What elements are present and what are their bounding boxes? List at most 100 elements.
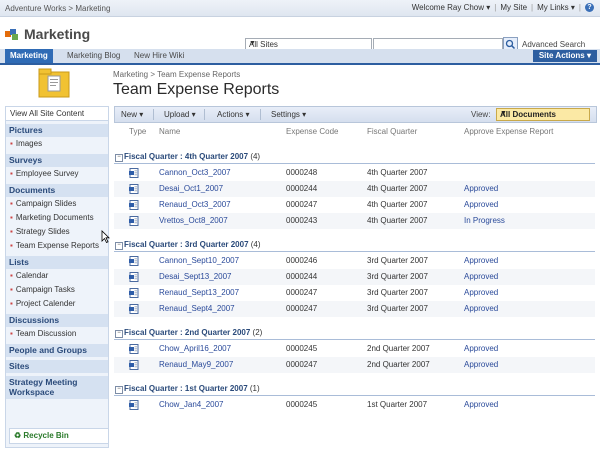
view-select[interactable]: All Documents ▼ [496,108,590,121]
word-document-icon[interactable] [129,344,139,354]
column-header-approve-expense-report[interactable]: Approve Expense Report [464,127,553,136]
document-name-link[interactable]: Chow_Jan4_2007 [159,397,224,413]
advanced-search-link[interactable]: Advanced Search [522,40,585,49]
word-document-icon[interactable] [129,360,139,370]
word-document-icon[interactable] [129,272,139,282]
word-document-icon[interactable] [129,168,139,178]
table-row[interactable]: Vrettos_Oct8_2007 0000243 4th Quarter 2007… [114,213,595,229]
group-header[interactable]: − Fiscal Quarter : 1st Quarter 2007 (1) [114,383,595,396]
word-document-icon[interactable] [129,216,139,226]
table-row[interactable]: Cannon_Oct3_2007 0000248 4th Quarter 2007 [114,165,595,181]
tab-marketing[interactable]: Marketing [5,49,53,63]
recycle-bin-link[interactable]: ♻ Recycle Bin [9,428,109,444]
word-document-icon[interactable] [129,200,139,210]
nav-item-employee-survey[interactable]: ▪ Employee Survey [6,167,108,181]
approval-status[interactable]: Approved [464,357,498,373]
site-title[interactable]: Marketing [24,26,90,42]
view-all-site-content-link[interactable]: View All Site Content [6,107,108,121]
document-name-link[interactable]: Renaud_Sept4_2007 [159,301,235,317]
table-row[interactable]: Renaud_May9_2007 0000247 2nd Quarter 2007 A… [114,357,595,373]
approval-status[interactable]: Approved [464,253,498,269]
document-name-link[interactable]: Desai_Sept13_2007 [159,269,232,285]
actions-menu[interactable]: Actions ▾ [217,110,249,119]
my-site-link[interactable]: My Site [500,3,527,12]
document-name-link[interactable]: Cannon_Sept10_2007 [159,253,239,269]
bullet-icon: ▪ [10,139,13,148]
new-menu[interactable]: New ▾ [121,110,143,119]
table-row[interactable]: Chow_April16_2007 0000245 2nd Quarter 2007… [114,341,595,357]
nav-heading-pictures[interactable]: Pictures [6,124,108,137]
nav-item-project-calender[interactable]: ▪ Project Calender [6,297,108,311]
nav-item-campaign-tasks[interactable]: ▪ Campaign Tasks [6,283,108,297]
nav-item-calendar[interactable]: ▪ Calendar [6,269,108,283]
nav-heading-surveys[interactable]: Surveys [6,154,108,167]
table-row[interactable]: Desai_Oct1_2007 0000244 4th Quarter 2007 Ap… [114,181,595,197]
nav-item-marketing-documents[interactable]: ▪ Marketing Documents [6,211,108,225]
document-name-link[interactable]: Renaud_May9_2007 [159,357,233,373]
nav-item-team-expense-reports[interactable]: ▪ Team Expense Reports [6,239,108,253]
settings-menu[interactable]: Settings ▾ [271,110,306,119]
tab-marketing-blog[interactable]: Marketing Blog [62,49,125,63]
tab-new-hire-wiki[interactable]: New Hire Wiki [129,49,189,63]
fiscal-quarter: 4th Quarter 2007 [367,184,428,193]
nav-item-campaign-slides[interactable]: ▪ Campaign Slides [6,197,108,211]
page-breadcrumb[interactable]: Marketing > Team Expense Reports [113,70,240,79]
site-actions-menu[interactable]: Site Actions ▾ [532,50,597,62]
site-header: Marketing All Sites ▼ Advanced Search [0,17,600,52]
site-breadcrumb[interactable]: Adventure Works > Marketing [5,4,110,13]
approval-status[interactable]: Approved [464,285,498,301]
word-document-icon[interactable] [129,304,139,314]
table-row[interactable]: Cannon_Sept10_2007 0000246 3rd Quarter 200… [114,253,595,269]
upload-menu[interactable]: Upload ▾ [164,110,196,119]
collapse-icon[interactable]: − [115,154,123,162]
nav-heading-sites[interactable]: Sites [6,360,108,373]
column-header-expense-code[interactable]: Expense Code [286,127,338,136]
collapse-icon[interactable]: − [115,330,123,338]
help-icon[interactable]: ? [585,3,594,12]
nav-heading-lists[interactable]: Lists [6,256,108,269]
bullet-icon: ▪ [10,169,13,178]
document-name-link[interactable]: Desai_Oct1_2007 [159,181,223,197]
table-row[interactable]: Chow_Jan4_2007 0000245 1st Quarter 2007 App… [114,397,595,413]
collapse-icon[interactable]: − [115,386,123,394]
nav-heading-people-and-groups[interactable]: People and Groups [6,344,108,357]
approval-status[interactable]: Approved [464,181,498,197]
word-document-icon[interactable] [129,288,139,298]
approval-status[interactable]: In Progress [464,213,505,229]
my-links-menu[interactable]: My Links ▾ [537,3,575,12]
column-header-fiscal-quarter[interactable]: Fiscal Quarter [367,127,417,136]
column-header-name[interactable]: Name [159,127,180,136]
nav-item-images[interactable]: ▪ Images [6,137,108,151]
column-header-type[interactable]: Type [129,127,146,136]
approval-status[interactable]: Approved [464,397,498,413]
table-row[interactable]: Desai_Sept13_2007 0000244 3rd Quarter 2007… [114,269,595,285]
nav-heading-strategy-meeting-workspace[interactable]: Strategy Meeting Workspace [6,376,108,399]
word-document-icon[interactable] [129,400,139,410]
table-row[interactable]: Renaud_Oct3_2007 0000247 4th Quarter 2007 A… [114,197,595,213]
group-header[interactable]: − Fiscal Quarter : 2nd Quarter 2007 (2) [114,327,595,340]
table-row[interactable]: Renaud_Sept4_2007 0000247 3rd Quarter 2007… [114,301,595,317]
nav-heading-discussions[interactable]: Discussions [6,314,108,327]
word-document-icon[interactable] [129,256,139,266]
word-document-icon[interactable] [129,184,139,194]
mouse-cursor-icon [101,230,110,243]
table-row[interactable]: Renaud_Sept13_2007 0000247 3rd Quarter 200… [114,285,595,301]
approval-status[interactable]: Approved [464,197,498,213]
collapse-icon[interactable]: − [115,242,123,250]
document-name-link[interactable]: Cannon_Oct3_2007 [159,165,231,181]
divider [204,109,205,120]
document-name-link[interactable]: Chow_April16_2007 [159,341,231,357]
approval-status[interactable]: Approved [464,269,498,285]
welcome-menu[interactable]: Welcome Ray Chow ▾ [412,3,491,12]
document-name-link[interactable]: Vrettos_Oct8_2007 [159,213,228,229]
group-header[interactable]: − Fiscal Quarter : 4th Quarter 2007 (4) [114,151,595,164]
document-name-link[interactable]: Renaud_Sept13_2007 [159,285,239,301]
nav-item-team-discussion[interactable]: ▪ Team Discussion [6,327,108,341]
approval-status[interactable]: Approved [464,301,498,317]
approval-status[interactable]: Approved [464,341,498,357]
divider [260,109,261,120]
nav-item-strategy-slides[interactable]: ▪ Strategy Slides [6,225,108,239]
group-header[interactable]: − Fiscal Quarter : 3rd Quarter 2007 (4) [114,239,595,252]
nav-heading-documents[interactable]: Documents [6,184,108,197]
document-name-link[interactable]: Renaud_Oct3_2007 [159,197,231,213]
